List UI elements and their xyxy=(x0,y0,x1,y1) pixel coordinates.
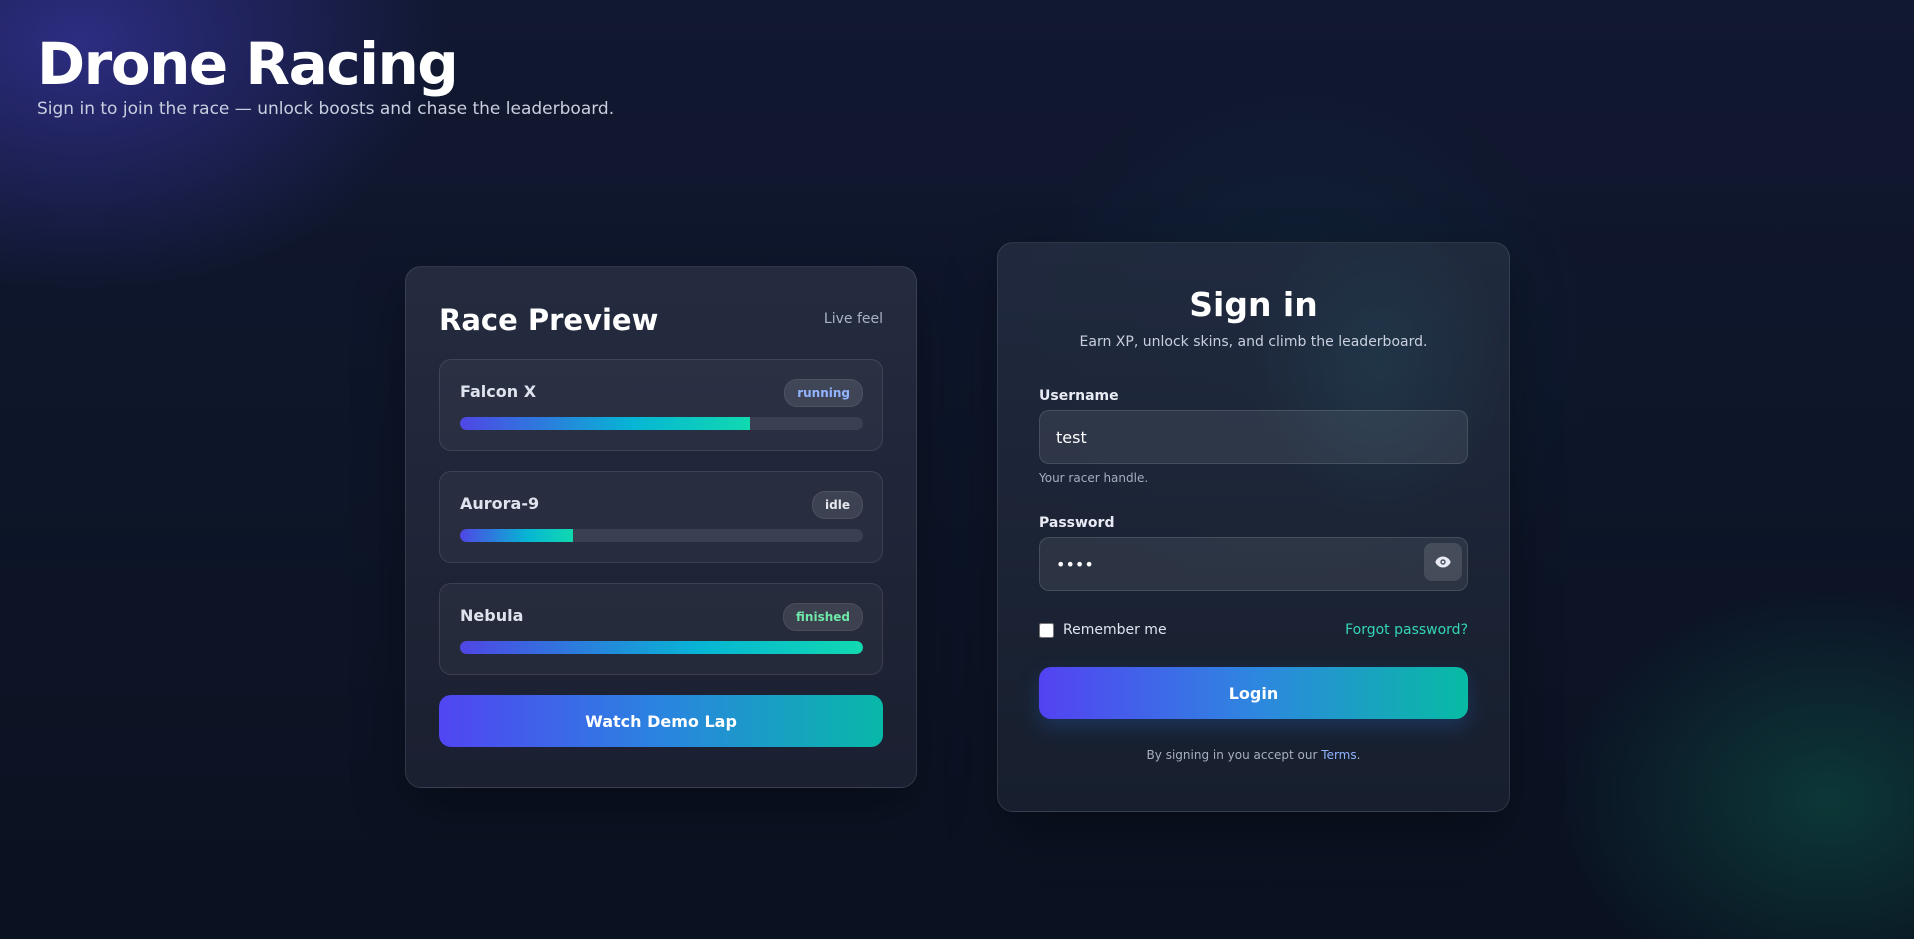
username-input-wrap xyxy=(1039,410,1468,464)
password-input-wrap xyxy=(1039,537,1468,591)
progress-track xyxy=(460,417,863,430)
drone-name: Falcon X xyxy=(460,382,537,401)
drone-row-aurora-9: Aurora-9 idle xyxy=(439,471,883,563)
terms-notice: By signing in you accept our Terms. xyxy=(1039,748,1468,762)
progress-fill xyxy=(460,529,573,542)
forgot-password-link[interactable]: Forgot password? xyxy=(1345,622,1468,638)
progress-fill xyxy=(460,641,863,654)
page-subtitle: Sign in to join the race — unlock boosts… xyxy=(37,99,615,119)
watch-demo-lap-button[interactable]: Watch Demo Lap xyxy=(439,695,883,747)
sign-in-title: Sign in xyxy=(1189,285,1318,324)
race-preview-card: Race Preview Live feel Falcon X running … xyxy=(405,266,917,788)
username-help-text: Your racer handle. xyxy=(1039,471,1149,485)
login-button[interactable]: Login xyxy=(1039,667,1468,719)
drone-row-falcon-x: Falcon X running xyxy=(439,359,883,451)
terms-suffix: . xyxy=(1356,748,1361,762)
remember-me-checkbox[interactable] xyxy=(1039,622,1054,638)
hero: Drone Racing Sign in to join the race — … xyxy=(37,30,614,120)
password-input[interactable] xyxy=(1039,537,1468,591)
remember-me[interactable]: Remember me xyxy=(1039,622,1167,638)
progress-track xyxy=(460,641,863,654)
eye-icon xyxy=(1435,556,1451,568)
status-badge: finished xyxy=(783,603,863,631)
terms-link[interactable]: Terms xyxy=(1321,748,1356,762)
password-label: Password xyxy=(1039,515,1115,531)
sign-in-card: Sign in Earn XP, unlock skins, and climb… xyxy=(997,242,1510,812)
progress-fill xyxy=(460,417,751,430)
login-options-row: Remember me Forgot password? xyxy=(1039,620,1468,640)
status-badge: idle xyxy=(812,491,863,519)
race-preview-header: Race Preview Live feel xyxy=(439,267,883,359)
username-label: Username xyxy=(1039,388,1119,404)
drone-row-nebula: Nebula finished xyxy=(439,583,883,675)
sign-in-subtitle: Earn XP, unlock skins, and climb the lea… xyxy=(1079,334,1428,350)
page-title: Drone Racing xyxy=(37,30,459,98)
toggle-password-visibility-button[interactable] xyxy=(1424,543,1462,581)
remember-me-label: Remember me xyxy=(1063,622,1167,638)
status-badge: running xyxy=(784,379,863,407)
live-feel-tag: Live feel xyxy=(823,311,883,327)
drone-name: Aurora-9 xyxy=(460,494,540,513)
drone-name: Nebula xyxy=(460,606,524,625)
username-input[interactable] xyxy=(1039,410,1468,464)
terms-prefix: By signing in you accept our xyxy=(1146,748,1318,762)
race-preview-title: Race Preview xyxy=(439,303,659,337)
progress-track xyxy=(460,529,863,542)
